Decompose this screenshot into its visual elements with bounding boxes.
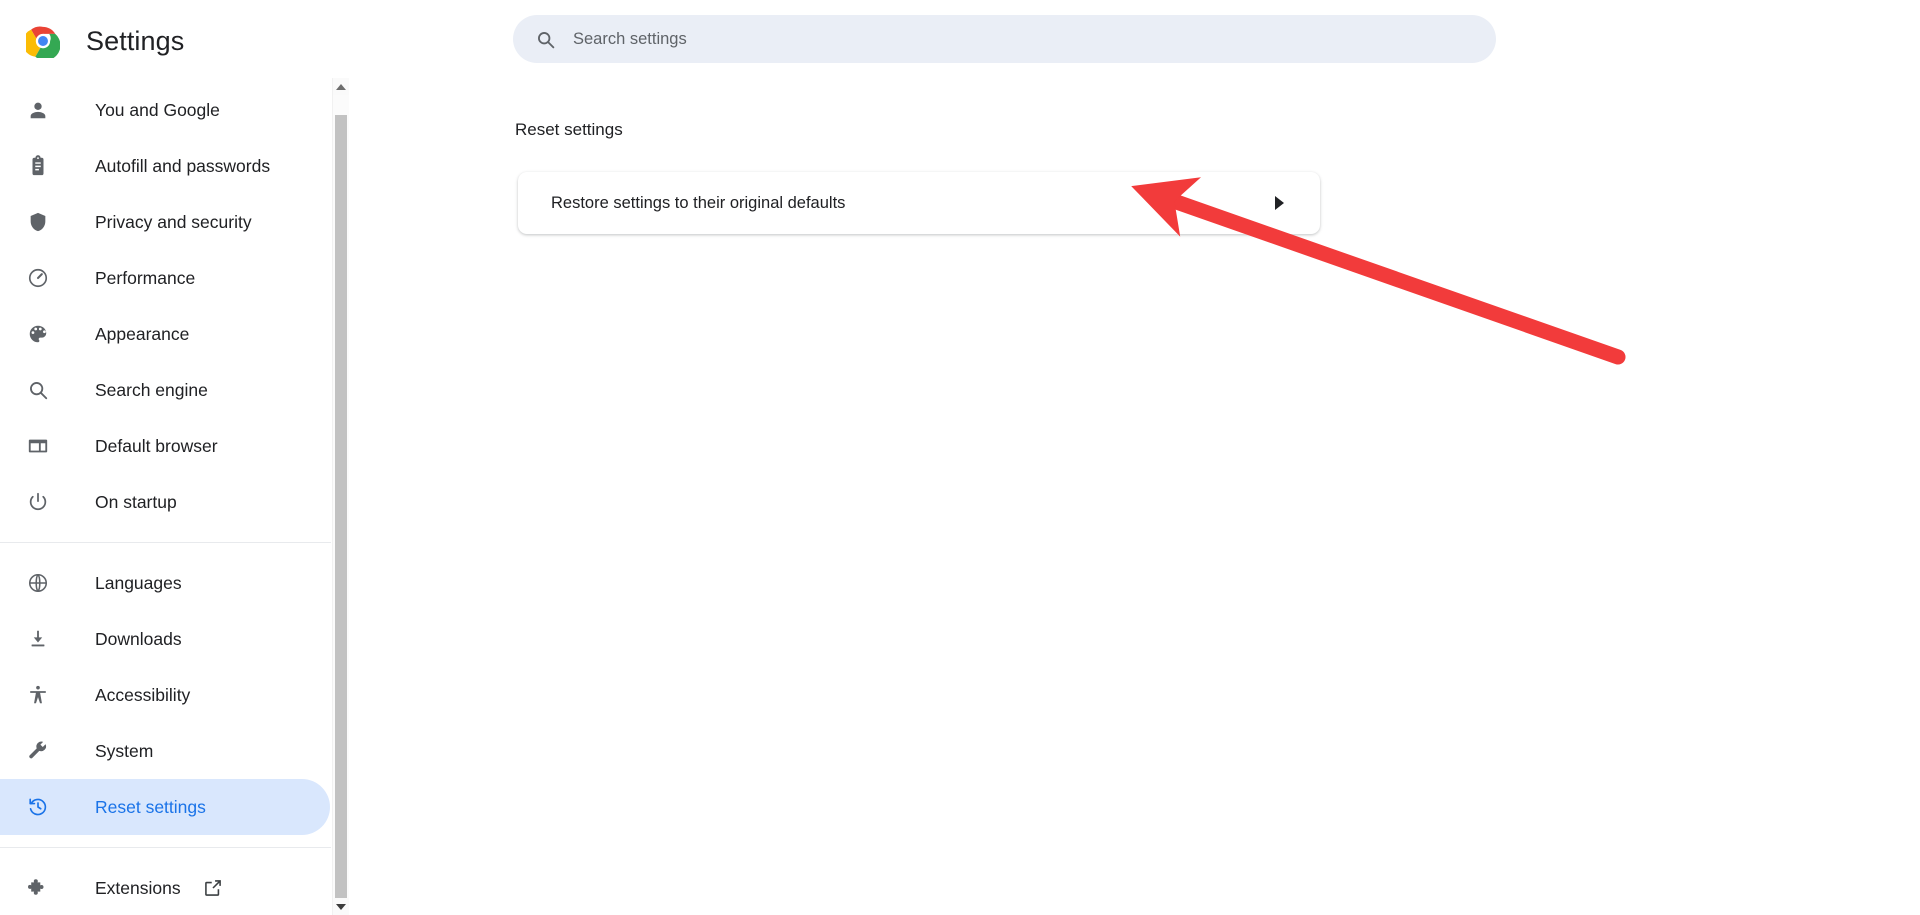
sidebar-item-extensions[interactable]: Extensions — [0, 860, 331, 915]
clipboard-icon — [26, 154, 50, 178]
sidebar-item-accessibility[interactable]: Accessibility — [0, 667, 331, 723]
sidebar-item-languages[interactable]: Languages — [0, 555, 331, 611]
accessibility-icon — [26, 683, 50, 707]
sidebar-item-system[interactable]: System — [0, 723, 331, 779]
sidebar-item-search-engine[interactable]: Search engine — [0, 362, 331, 418]
sidebar-item-label: Reset settings — [95, 796, 206, 817]
sidebar-item-label: You and Google — [95, 99, 220, 120]
globe-icon — [26, 571, 50, 595]
page-title: Settings — [86, 25, 185, 56]
scrollbar-thumb[interactable] — [335, 115, 347, 900]
section-title-reset-settings: Reset settings — [515, 120, 623, 139]
chrome-logo-icon — [22, 24, 61, 61]
sidebar-divider-2 — [0, 847, 331, 848]
sidebar-item-label: Languages — [95, 572, 182, 593]
main-content: Reset settings Restore settings to their… — [349, 0, 1920, 915]
sidebar-item-default-browser[interactable]: Default browser — [0, 418, 331, 474]
sidebar-item-on-startup[interactable]: On startup — [0, 474, 331, 530]
speedometer-icon — [26, 266, 50, 290]
restore-settings-row[interactable]: Restore settings to their original defau… — [518, 172, 1320, 234]
person-icon — [26, 98, 50, 122]
shield-icon — [26, 210, 50, 234]
sidebar-item-autofill-and-passwords[interactable]: Autofill and passwords — [0, 138, 331, 194]
sidebar-item-label: Search engine — [95, 379, 208, 400]
sidebar-item-label: Downloads — [95, 628, 182, 649]
search-icon — [535, 29, 556, 50]
palette-icon — [26, 322, 50, 346]
external-link-icon[interactable] — [203, 878, 223, 898]
sidebar-item-reset-settings[interactable]: Reset settings — [0, 779, 330, 835]
power-icon — [26, 490, 50, 514]
scroll-up-arrow-icon[interactable] — [333, 78, 349, 95]
search-box[interactable] — [513, 15, 1496, 63]
sidebar-item-label: Privacy and security — [95, 211, 252, 232]
sidebar-scrollbar[interactable] — [332, 78, 349, 915]
wrench-icon — [26, 739, 50, 763]
search-settings-bar[interactable] — [513, 15, 1496, 63]
sidebar-item-label: Appearance — [95, 323, 190, 344]
restore-settings-label: Restore settings to their original defau… — [551, 193, 846, 212]
search-input[interactable] — [573, 29, 1390, 49]
sidebar-item-label: Performance — [95, 267, 196, 288]
sidebar-item-label: System — [95, 740, 154, 761]
sidebar-item-label: Extensions — [95, 877, 181, 898]
sidebar-item-label: On startup — [95, 491, 177, 512]
settings-window: Settings You and Google Autofill and pas… — [0, 0, 1920, 915]
history-restore-icon — [26, 795, 50, 819]
sidebar-item-label: Autofill and passwords — [95, 155, 271, 176]
sidebar-item-label: Default browser — [95, 435, 218, 456]
search-icon — [26, 378, 50, 402]
sidebar-brand: Settings — [0, 0, 331, 82]
sidebar: Settings You and Google Autofill and pas… — [0, 0, 331, 915]
sidebar-nav: You and Google Autofill and passwords Pr… — [0, 82, 331, 915]
sidebar-divider-1 — [0, 542, 331, 543]
sidebar-item-privacy-and-security[interactable]: Privacy and security — [0, 194, 331, 250]
sidebar-item-appearance[interactable]: Appearance — [0, 306, 331, 362]
sidebar-item-downloads[interactable]: Downloads — [0, 611, 331, 667]
browser-window-icon — [26, 434, 50, 458]
download-icon — [26, 627, 50, 651]
scrollbar-track[interactable] — [333, 95, 349, 900]
chevron-right-icon[interactable] — [1275, 196, 1284, 210]
sidebar-item-label: Accessibility — [95, 684, 191, 705]
puzzle-icon — [26, 876, 50, 900]
sidebar-item-performance[interactable]: Performance — [0, 250, 331, 306]
sidebar-item-you-and-google[interactable]: You and Google — [0, 82, 331, 138]
scroll-down-arrow-icon[interactable] — [333, 898, 349, 915]
